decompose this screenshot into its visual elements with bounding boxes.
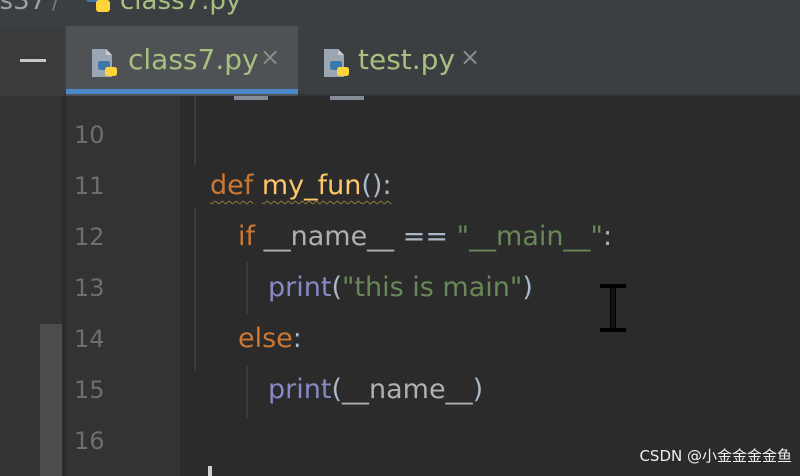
function-name: my_fun [261, 170, 362, 201]
collapse-button[interactable] [0, 26, 64, 96]
line-number: 10 [74, 121, 105, 149]
keyword: if [238, 221, 256, 252]
code-line-15: print(__name__) [268, 374, 483, 405]
tab-label: class7.py [128, 43, 259, 76]
builtin-function: print [268, 272, 332, 303]
text-cursor-icon [598, 284, 628, 336]
gutter-separator [62, 96, 66, 476]
breadcrumb-separator: / [52, 0, 59, 14]
keyword: def [210, 170, 254, 201]
breadcrumb-file[interactable]: class7.py [120, 0, 241, 16]
line-number: 15 [74, 376, 105, 404]
breadcrumb-project[interactable]: ss37 [0, 0, 46, 16]
line-number: 16 [74, 427, 105, 455]
caret-mark [208, 466, 212, 476]
indent-guide [246, 262, 248, 314]
punctuation: ) [522, 272, 533, 303]
tab-class7[interactable]: class7.py × [66, 26, 298, 96]
code-line-13: print("this is main") [268, 272, 533, 303]
line-number: 13 [74, 274, 105, 302]
line-number: 14 [74, 325, 105, 353]
partial-code-fragment [234, 96, 268, 100]
builtin-function: print [268, 374, 332, 405]
string-literal: "this is main" [342, 272, 523, 303]
code-line-14: else: [238, 323, 302, 354]
indent-guide [194, 208, 196, 370]
code-line-12: if __name__ == "__main__": [238, 221, 612, 252]
code-line-11: def my_fun(): [210, 170, 392, 201]
punctuation: : [292, 323, 302, 354]
partial-code-fragment [330, 96, 364, 100]
identifier: __name__ [342, 374, 473, 405]
active-tab-indicator [66, 89, 298, 94]
punctuation: : [602, 221, 613, 252]
indent-guide [246, 366, 248, 418]
close-icon[interactable]: × [260, 43, 280, 71]
python-file-icon [84, 0, 112, 23]
operator: == [402, 221, 449, 252]
tab-label: test.py [358, 43, 456, 76]
punctuation: (): [361, 170, 392, 201]
watermark: CSDN @小金金金金鱼 [639, 447, 792, 465]
python-file-icon [320, 45, 354, 85]
punctuation: ( [331, 272, 342, 303]
tab-test[interactable]: test.py × [298, 26, 490, 96]
indent-guide [194, 96, 196, 166]
line-number: 11 [74, 172, 105, 200]
gutter-scroll-marker [40, 324, 62, 476]
close-icon[interactable]: × [460, 43, 480, 71]
string-literal: "__main__" [456, 221, 603, 252]
punctuation: ) [472, 374, 484, 405]
python-file-icon [88, 45, 122, 85]
keyword: else [238, 323, 293, 354]
minus-icon [20, 59, 46, 62]
punctuation: ( [331, 374, 342, 405]
line-number: 12 [74, 223, 105, 251]
breadcrumb: ss37 / class7.py [0, 0, 800, 26]
identifier: __name__ [263, 221, 395, 252]
